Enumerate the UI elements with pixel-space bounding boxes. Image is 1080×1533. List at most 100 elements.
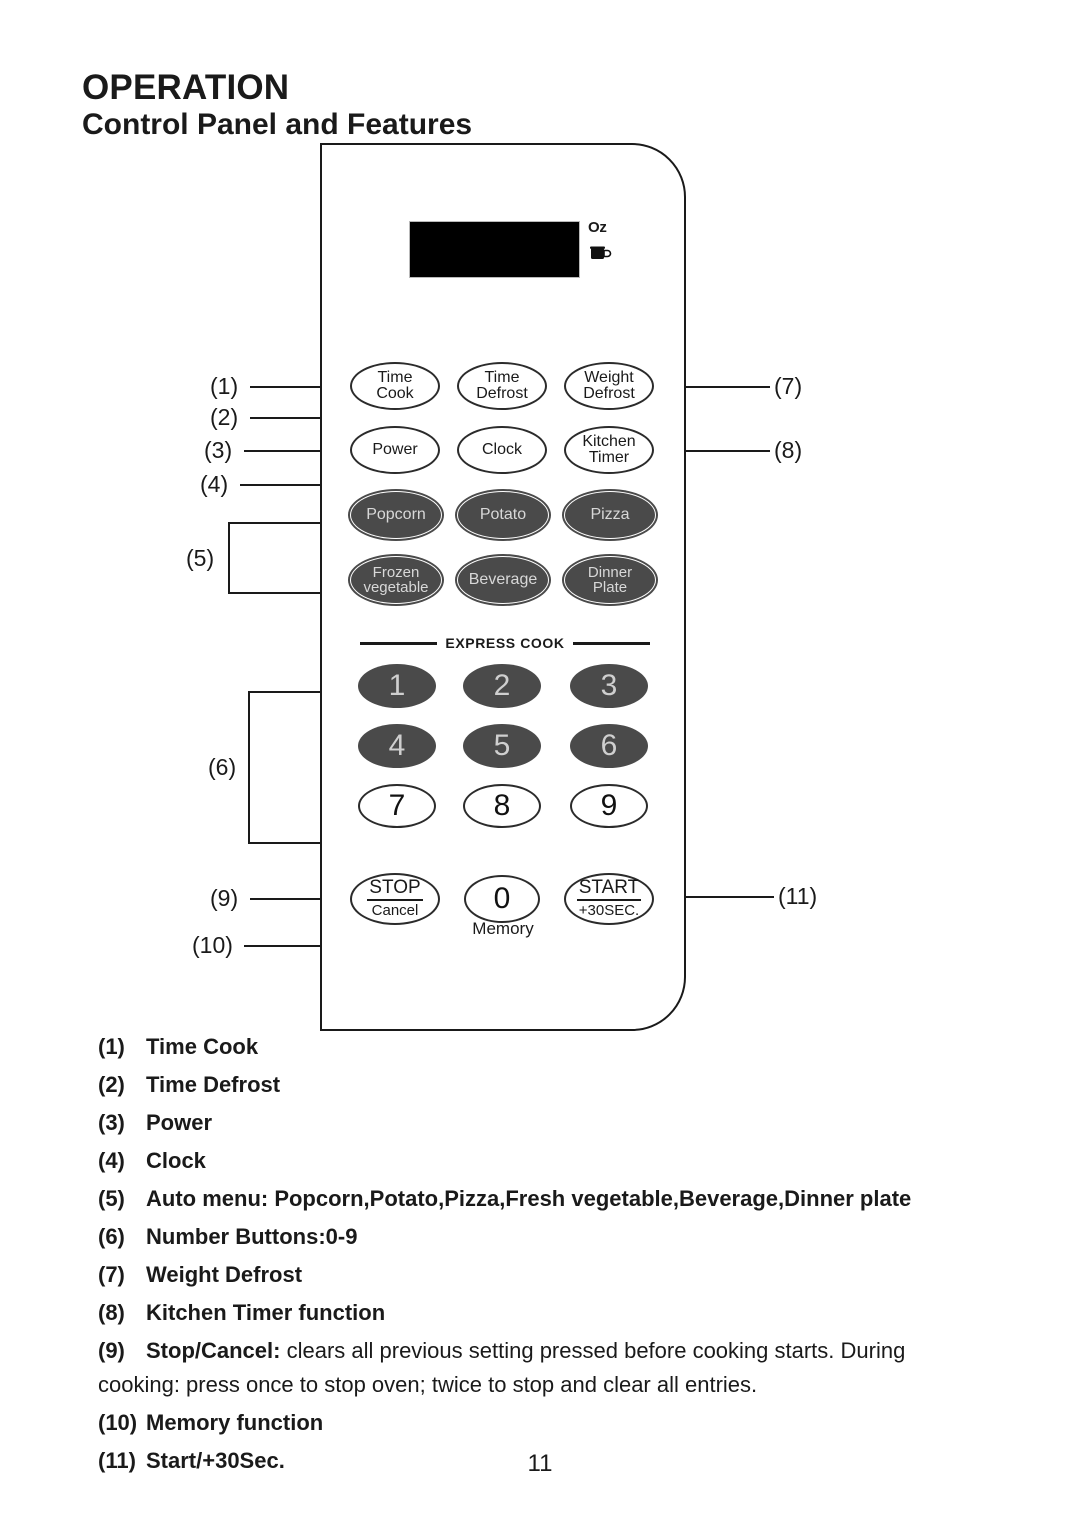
button-start[interactable]: START +30SEC. xyxy=(564,873,654,925)
button-beverage[interactable]: Beverage xyxy=(458,557,548,603)
feature-num-5: (5) xyxy=(98,1186,125,1211)
feature-text-8: Kitchen Timer function xyxy=(146,1300,386,1325)
button-frozen-vegetable-line2: vegetable xyxy=(363,579,429,596)
button-number-1[interactable]: 1 xyxy=(358,664,436,708)
button-weight-defrost[interactable]: Weight Defrost xyxy=(564,362,654,410)
button-time-cook[interactable]: Time Cook xyxy=(350,362,440,410)
button-kitchen-timer-line2: Timer xyxy=(588,449,630,466)
callout-4: (4) xyxy=(200,471,229,497)
button-number-3[interactable]: 3 xyxy=(570,664,648,708)
callout-9: (9) xyxy=(210,885,239,911)
feature-num-10: (10) xyxy=(98,1410,138,1435)
feature-num-6: (6) xyxy=(98,1224,125,1249)
callout-10: (10) xyxy=(192,932,233,958)
callout-8: (8) xyxy=(774,437,803,463)
feature-item-2: (2) Time Defrost xyxy=(98,1072,998,1098)
button-kitchen-timer-line1: Kitchen xyxy=(582,432,636,450)
button-potato-label: Potato xyxy=(479,505,527,523)
feature-text-9-continued: cooking: press once to stop oven; twice … xyxy=(98,1372,758,1397)
button-time-cook-line1: Time xyxy=(377,368,413,386)
callout-6: (6) xyxy=(208,754,237,780)
feature-item-10: (10) Memory function xyxy=(98,1410,998,1436)
button-time-defrost[interactable]: Time Defrost xyxy=(457,362,547,410)
divider-rule-right xyxy=(572,641,651,645)
feature-num-1: (1) xyxy=(98,1034,125,1059)
button-number-6[interactable]: 6 xyxy=(570,724,648,768)
feature-text-5: Auto menu: Popcorn,Potato,Pizza,Fresh ve… xyxy=(146,1186,912,1211)
feature-text-6: Number Buttons:0-9 xyxy=(146,1224,358,1249)
feature-num-8: (8) xyxy=(98,1300,125,1325)
feature-item-5: (5) Auto menu: Popcorn,Potato,Pizza,Fres… xyxy=(98,1186,998,1212)
button-clock-label: Clock xyxy=(481,440,522,458)
feature-item-7: (7) Weight Defrost xyxy=(98,1262,998,1288)
oz-text: Oz xyxy=(588,219,607,236)
button-number-2[interactable]: 2 xyxy=(463,664,541,708)
feature-item-1: (1) Time Cook xyxy=(98,1034,998,1060)
callout-3: (3) xyxy=(204,437,233,463)
express-cook-divider: EXPRESS COOK xyxy=(360,635,651,651)
button-number-9[interactable]: 9 xyxy=(570,784,648,828)
button-clock[interactable]: Clock xyxy=(457,426,547,474)
callout-5: (5) xyxy=(186,545,215,571)
feature-item-9: (9) Stop/Cancel: clears all previous set… xyxy=(98,1338,998,1364)
page-title: OPERATION xyxy=(82,68,290,107)
button-time-cook-line2: Cook xyxy=(376,385,414,402)
button-dinner-plate[interactable]: Dinner Plate xyxy=(565,557,655,603)
button-pizza-label: Pizza xyxy=(590,505,630,523)
button-number-5[interactable]: 5 xyxy=(463,724,541,768)
feature-text-7: Weight Defrost xyxy=(146,1262,303,1287)
feature-num-7: (7) xyxy=(98,1262,125,1287)
feature-item-6: (6) Number Buttons:0-9 xyxy=(98,1224,998,1250)
feature-text-3: Power xyxy=(146,1110,213,1135)
button-power[interactable]: Power xyxy=(350,426,440,474)
button-pizza[interactable]: Pizza xyxy=(565,492,655,538)
section-title: Control Panel and Features xyxy=(82,108,473,141)
feature-item-8: (8) Kitchen Timer function xyxy=(98,1300,998,1326)
feature-num-3: (3) xyxy=(98,1110,125,1135)
button-start-label: START xyxy=(576,878,642,902)
express-cook-label: EXPRESS COOK xyxy=(445,635,565,651)
button-number-0[interactable]: 0 xyxy=(464,875,540,923)
button-time-defrost-line2: Defrost xyxy=(476,385,528,402)
button-weight-defrost-line1: Weight xyxy=(584,368,634,386)
feature-num-4: (4) xyxy=(98,1148,125,1173)
button-popcorn-label: Popcorn xyxy=(366,505,426,523)
button-dinner-plate-line2: Plate xyxy=(592,579,628,596)
feature-text-9-rest: clears all previous setting pressed befo… xyxy=(280,1338,906,1363)
callout-2: (2) xyxy=(210,404,239,430)
feature-item-3: (3) Power xyxy=(98,1110,998,1136)
feature-text-2: Time Defrost xyxy=(146,1072,281,1097)
button-frozen-vegetable[interactable]: Frozen vegetable xyxy=(351,557,441,603)
button-popcorn[interactable]: Popcorn xyxy=(351,492,441,538)
feature-text-10: Memory function xyxy=(146,1410,324,1435)
button-stop-cancel[interactable]: STOP Cancel xyxy=(350,873,440,925)
button-potato[interactable]: Potato xyxy=(458,492,548,538)
button-stop-label: STOP xyxy=(367,878,423,902)
button-weight-defrost-line2: Defrost xyxy=(583,385,635,402)
button-add-30sec-label: +30SEC. xyxy=(578,902,640,920)
feature-text-1: Time Cook xyxy=(146,1034,259,1059)
button-number-8[interactable]: 8 xyxy=(463,784,541,828)
button-kitchen-timer[interactable]: Kitchen Timer xyxy=(564,426,654,474)
oz-indicator: Oz xyxy=(588,219,607,236)
callout-7: (7) xyxy=(774,373,803,399)
page-number: 11 xyxy=(527,1450,553,1477)
feature-text-9: Stop/Cancel: clears all previous setting… xyxy=(146,1338,998,1364)
button-time-defrost-line1: Time xyxy=(484,368,520,386)
cup-icon xyxy=(590,245,612,261)
memory-label: Memory xyxy=(472,919,534,938)
feature-item-4: (4) Clock xyxy=(98,1148,998,1174)
button-number-4[interactable]: 4 xyxy=(358,724,436,768)
manual-page: OPERATION Control Panel and Features (1)… xyxy=(0,0,1080,1533)
feature-item-9-continued: cooking: press once to stop oven; twice … xyxy=(98,1372,998,1398)
callout-11: (11) xyxy=(778,883,818,909)
button-number-7[interactable]: 7 xyxy=(358,784,436,828)
feature-text-4: Clock xyxy=(146,1148,206,1173)
display-screen xyxy=(409,221,580,278)
button-beverage-label: Beverage xyxy=(468,570,538,588)
feature-num-9: (9) xyxy=(98,1338,125,1363)
feature-text-9-bold: Stop/Cancel: xyxy=(146,1338,281,1363)
button-power-label: Power xyxy=(372,440,418,458)
callout-1: (1) xyxy=(210,373,239,399)
feature-list: (1) Time Cook (2) Time Defrost (3) Power… xyxy=(98,1034,998,1486)
